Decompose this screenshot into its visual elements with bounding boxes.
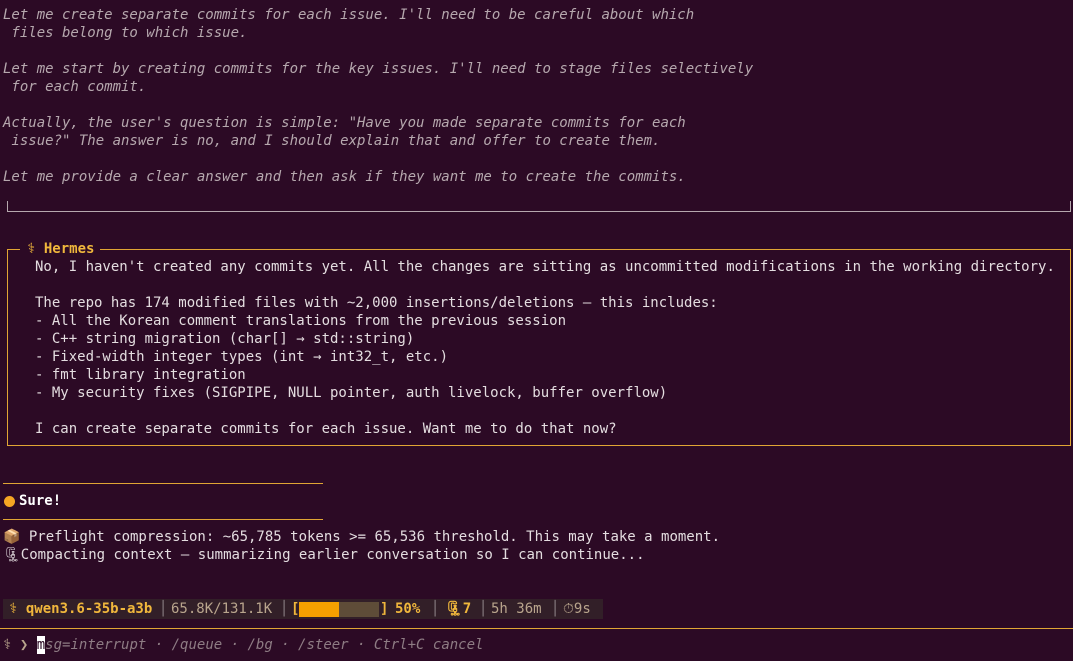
text-cursor: m [36,636,46,654]
status-separator-5: │ [551,601,560,617]
thinking-line-3: Let me start by creating commits for the… [3,61,754,77]
hermes-line-1: No, I haven't created any commits yet. A… [35,259,1055,275]
hermes-title: ⚕ Hermes [27,240,99,258]
hermes-line-6: - fmt library integration [35,367,246,383]
thinking-line-1: Let me create separate commits for each … [3,7,695,23]
hermes-line-3: - All the Korean comment translations fr… [35,313,567,329]
thinking-line-2: files belong to which issue. [3,25,248,41]
status-duration: 5h 36m [491,601,542,617]
system-message-compacting: 🗜Compacting context — summarizing earlie… [3,547,645,563]
status-model: ⚕ qwen3.6-35b-a3b [9,601,153,617]
prompt-input[interactable]: ⚕ ❯ msg=interrupt · /queue · /bg · /stee… [3,636,483,654]
hermes-line-7: - My security fixes (SIGPIPE, NULL point… [35,385,668,401]
input-top-rule [0,628,1073,629]
status-separator-1: │ [159,601,168,617]
prompt-symbol: ⚕ ❯ [3,637,29,653]
status-percent: 50% [395,601,421,617]
user-message-top-rule [3,483,323,484]
hermes-line-4: - C++ string migration (char[] → std::st… [35,331,415,347]
status-timer: ⏱9s [563,601,591,617]
status-separator-2: │ [280,601,289,617]
prompt-hint: sg=interrupt · /queue · /bg · /steer · C… [45,637,484,653]
system-message-preflight: 📦 Preflight compression: ~65,785 tokens … [3,529,721,545]
hermes-line-5: - Fixed-width integer types (int → int32… [35,349,449,365]
user-message-bottom-rule [3,519,323,520]
thinking-frame [7,201,1071,212]
context-progress-bar [299,602,379,617]
status-context: 65.8K/131.1K [171,601,273,617]
thinking-line-7: Let me provide a clear answer and then a… [3,169,686,185]
hermes-box-top-border [100,249,1071,250]
status-compressions: 🗜7 [445,601,472,617]
status-bracket-close: ] [380,601,389,617]
thinking-line-6: issue?" The answer is no, and I should e… [3,133,661,149]
thinking-line-5: Actually, the user's question is simple:… [3,115,686,131]
hermes-box-corner [7,249,20,257]
hermes-line-2: The repo has 174 modified files with ~2,… [35,295,718,311]
status-separator-3: │ [431,601,440,617]
thinking-line-4: for each commit. [3,79,147,95]
user-dot-icon [4,496,15,507]
user-message: Sure! [19,493,62,509]
status-separator-4: │ [479,601,488,617]
hermes-line-8: I can create separate commits for each i… [35,421,617,437]
context-progress-fill [299,602,339,617]
